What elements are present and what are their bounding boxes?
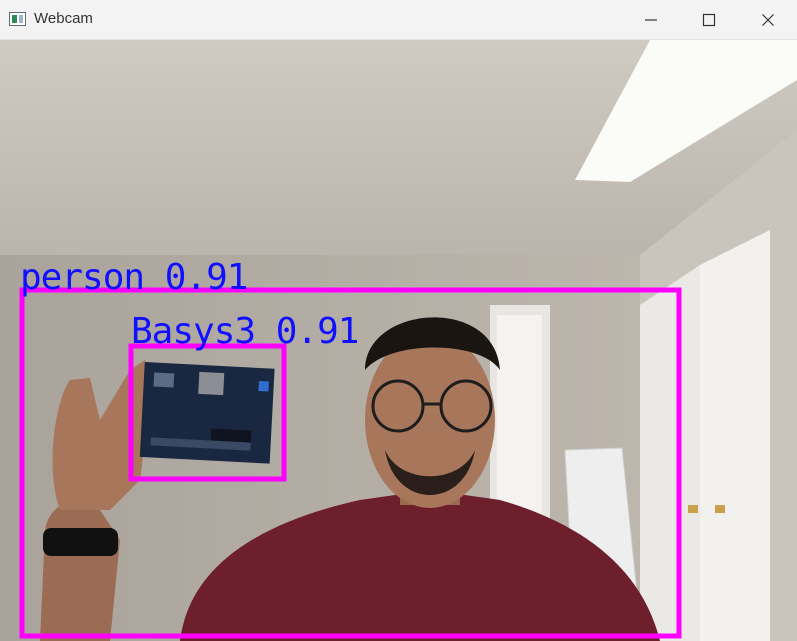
webcam-window: Webcam person 0.91 Basys3 0.91 — [0, 0, 797, 641]
maximize-icon — [702, 13, 716, 27]
person-detection-label: person 0.91 — [20, 257, 248, 298]
window-title: Webcam — [34, 10, 93, 27]
camera-frame — [0, 40, 797, 641]
minimize-icon — [645, 19, 657, 21]
close-button[interactable] — [739, 0, 797, 40]
app-window-icon — [9, 12, 26, 26]
title-bar[interactable]: Webcam — [0, 0, 797, 40]
minimize-button[interactable] — [622, 0, 680, 40]
maximize-button[interactable] — [680, 0, 738, 40]
basys3-detection-label: Basys3 0.91 — [131, 311, 359, 352]
webcam-feed: person 0.91 Basys3 0.91 — [0, 40, 797, 641]
close-icon — [762, 14, 774, 26]
